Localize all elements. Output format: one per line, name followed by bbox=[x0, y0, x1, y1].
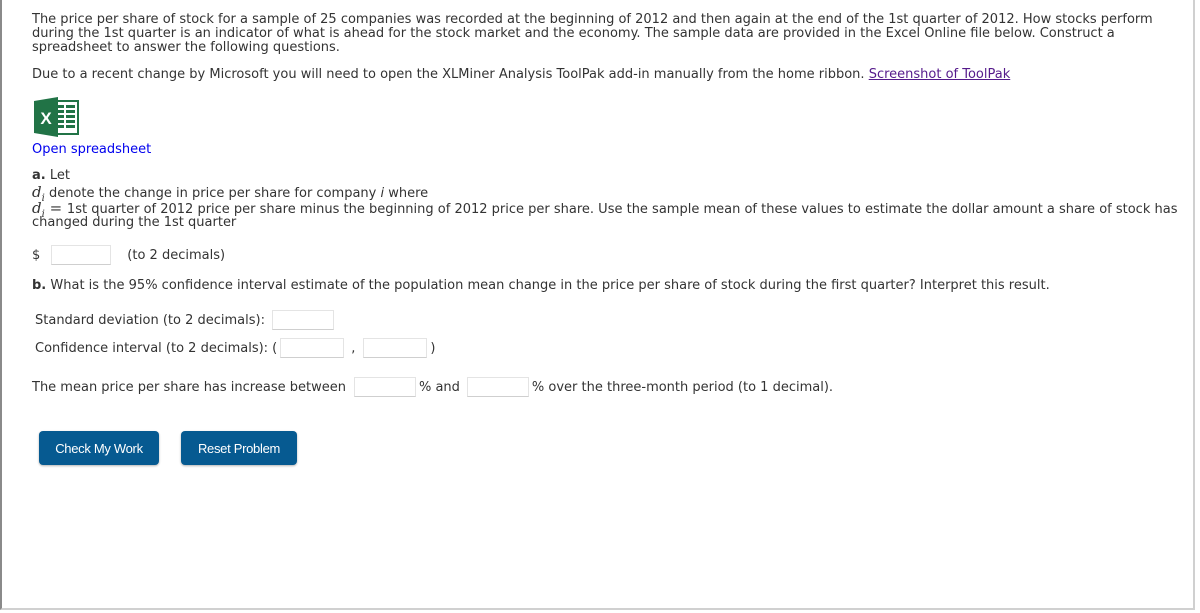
interp-text-b: % and bbox=[418, 379, 460, 395]
part-b-text: What is the 95% confidence interval esti… bbox=[46, 278, 1050, 293]
part-a-line2: denote the change in price per share for… bbox=[44, 186, 381, 201]
interp-text-c: % over the three-month period (to 1 deci… bbox=[531, 379, 834, 395]
excel-icon[interactable]: X bbox=[34, 97, 80, 137]
sd-row: Standard deviation (to 2 decimals): bbox=[35, 310, 334, 330]
ci-row: Confidence interval (to 2 decimals): ( ,… bbox=[35, 338, 435, 358]
sd-label: Standard deviation (to 2 decimals): bbox=[35, 312, 265, 328]
part-a-label: a. bbox=[32, 168, 46, 183]
part-a-let: Let bbox=[45, 168, 70, 183]
toolpak-notice: Due to a recent change by Microsoft you … bbox=[32, 68, 1010, 82]
part-b-question: b. What is the 95% confidence interval e… bbox=[32, 279, 1050, 293]
problem-frame bbox=[0, 0, 1195, 610]
notice-text: Due to a recent change by Microsoft you … bbox=[32, 67, 869, 82]
interpretation-row: The mean price per share has increase be… bbox=[32, 377, 833, 397]
mean-answer-row: $ (to 2 decimals) bbox=[32, 245, 225, 265]
pct-lower-input[interactable] bbox=[353, 377, 416, 397]
part-a-where: where bbox=[384, 186, 429, 201]
part-a-line4: changed during the 1st quarter bbox=[32, 215, 237, 230]
toolpak-screenshot-link[interactable]: Screenshot of ToolPak bbox=[869, 67, 1011, 82]
pct-upper-input[interactable] bbox=[466, 377, 529, 397]
ci-close: ) bbox=[430, 340, 436, 356]
ci-upper-input[interactable] bbox=[363, 338, 428, 358]
mean-change-input[interactable] bbox=[51, 245, 112, 265]
reset-problem-button[interactable]: Reset Problem bbox=[181, 431, 297, 465]
ci-separator: , bbox=[351, 340, 356, 356]
mean-hint: (to 2 decimals) bbox=[127, 247, 226, 263]
ci-label: Confidence interval (to 2 decimals): ( bbox=[35, 340, 278, 356]
ci-lower-input[interactable] bbox=[280, 338, 345, 358]
part-b-label: b. bbox=[32, 278, 47, 293]
sd-input[interactable] bbox=[271, 310, 334, 330]
open-spreadsheet-link[interactable]: Open spreadsheet bbox=[32, 142, 151, 157]
interp-text-a: The mean price per share has increase be… bbox=[32, 379, 346, 395]
svg-text:X: X bbox=[40, 109, 52, 128]
intro-text: The price per share of stock for a sampl… bbox=[32, 12, 1153, 55]
check-my-work-button[interactable]: Check My Work bbox=[39, 431, 159, 465]
currency-symbol: $ bbox=[32, 247, 41, 263]
part-a: a. Let di denote the change in price per… bbox=[32, 168, 1177, 232]
